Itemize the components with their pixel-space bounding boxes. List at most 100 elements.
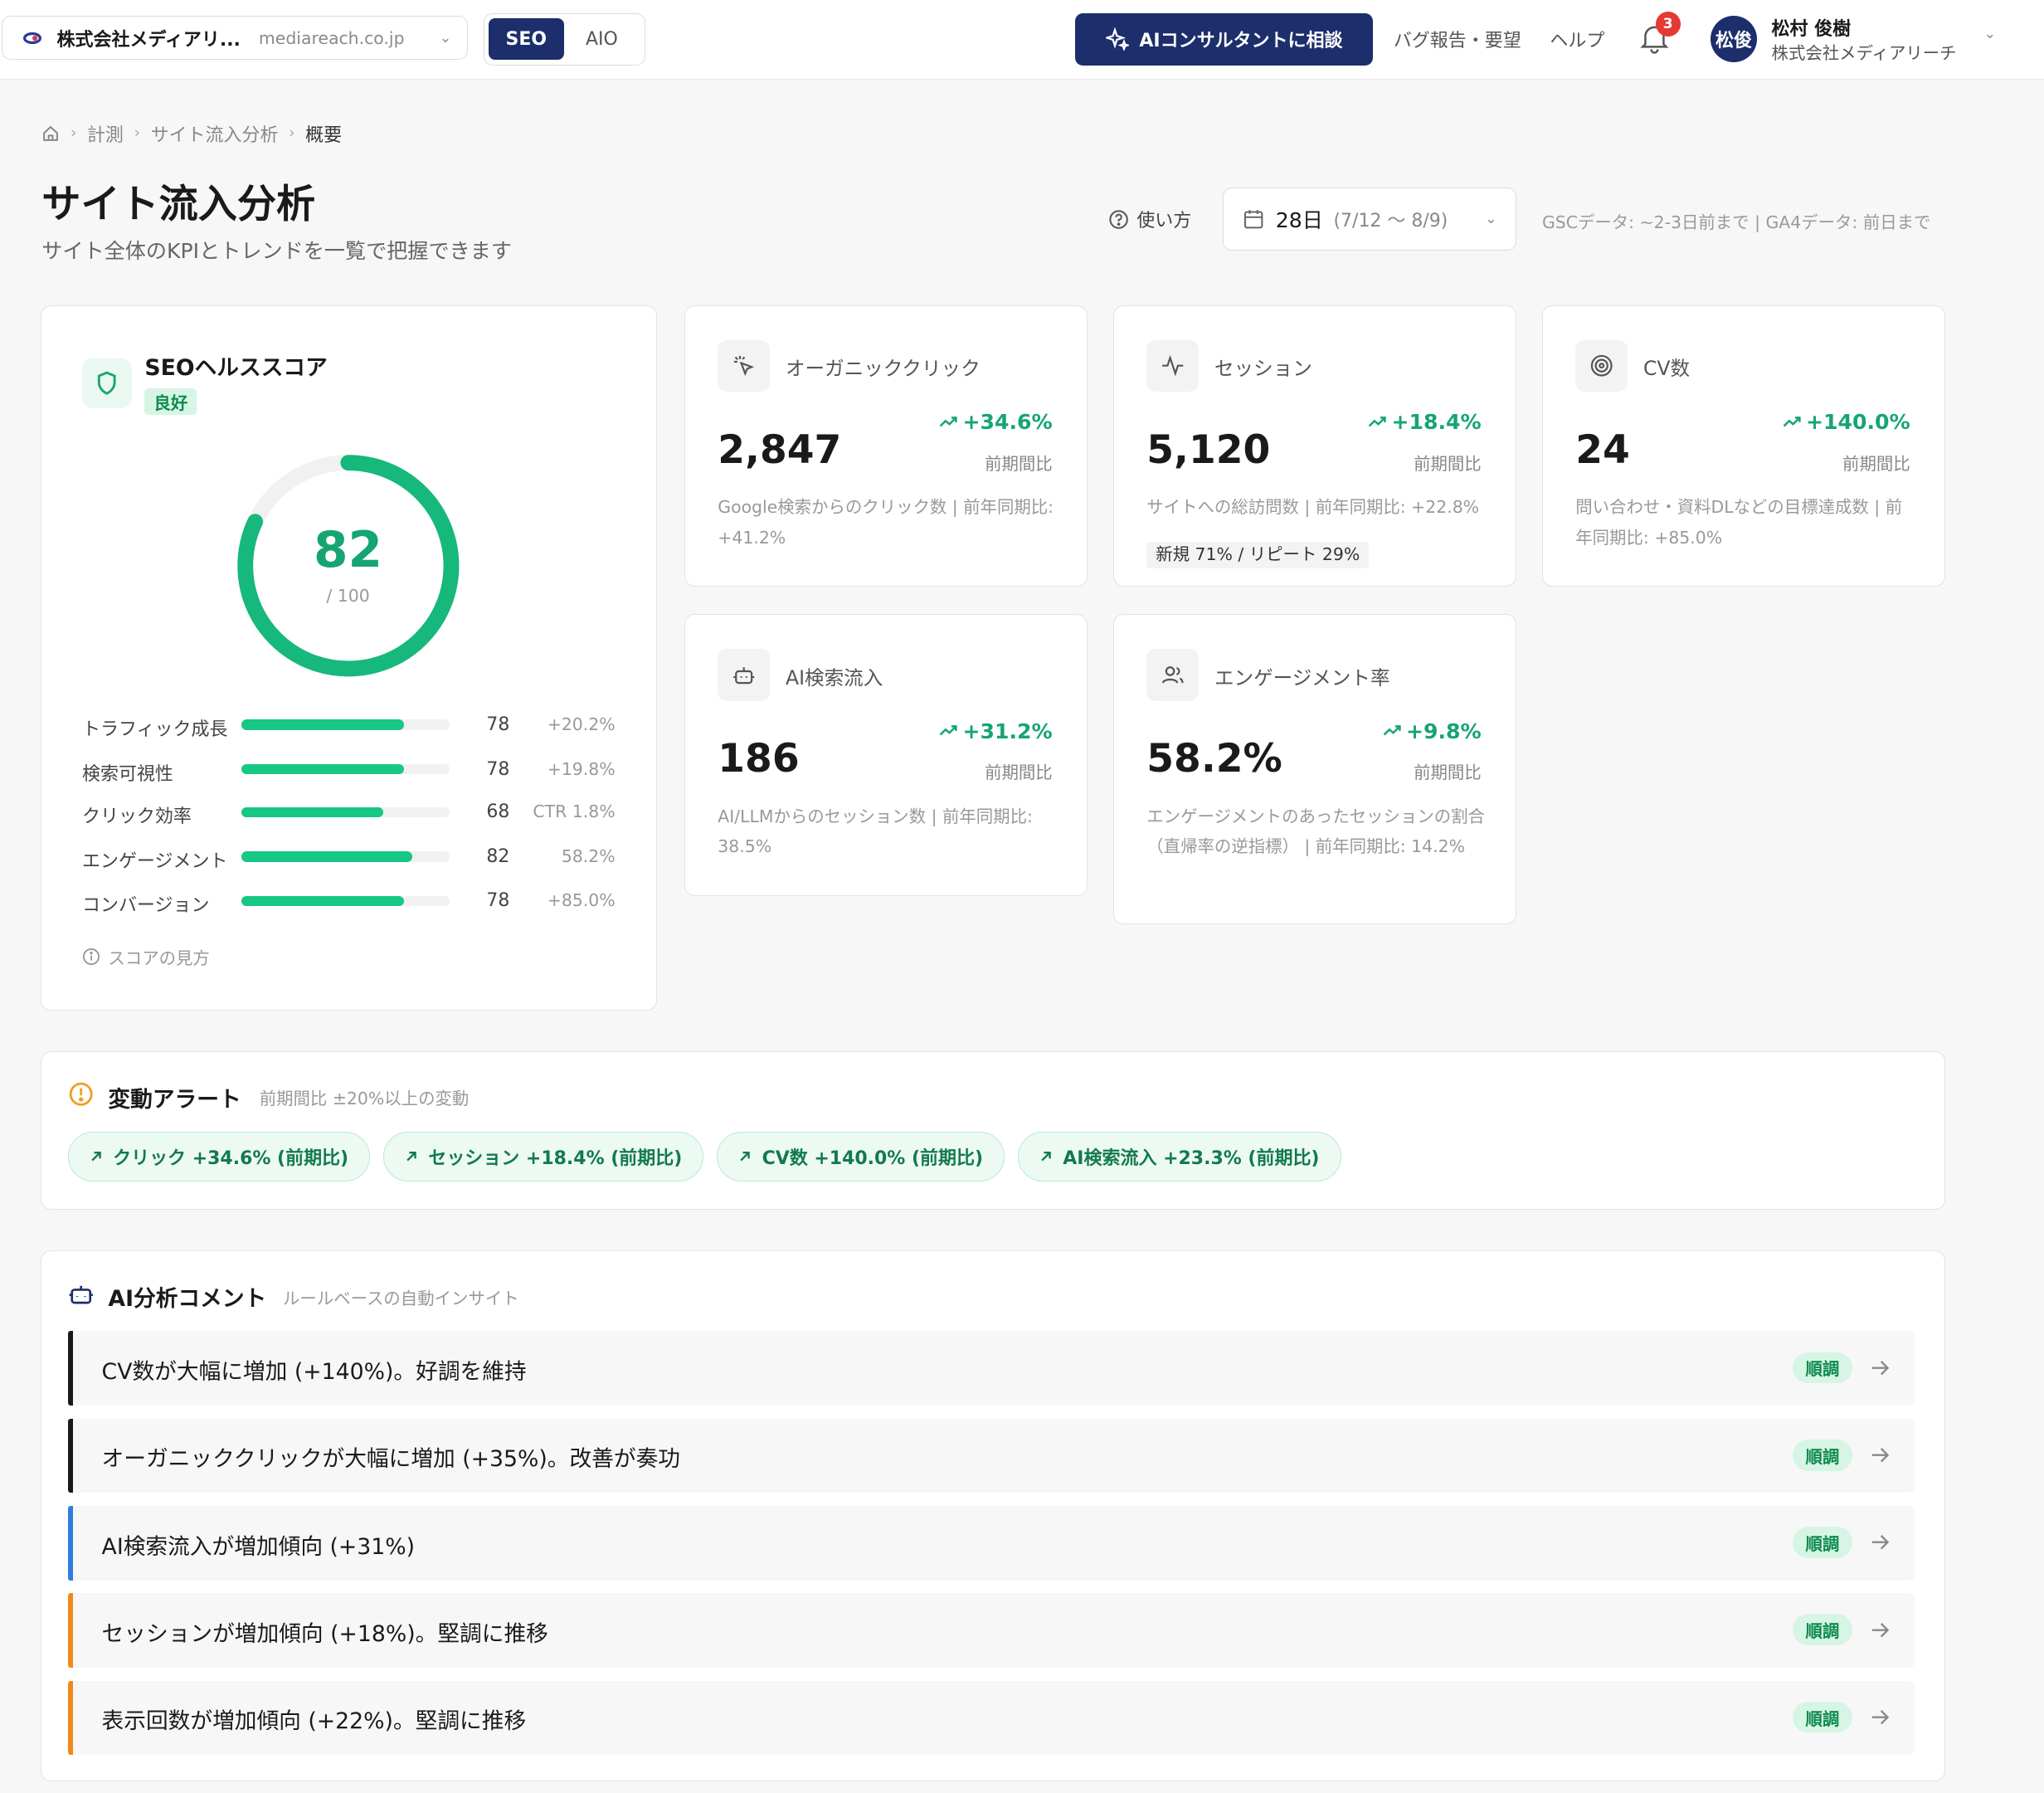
trend-up-icon: [939, 725, 957, 736]
kpi-value: 186: [718, 736, 800, 782]
trend-up-icon: [1368, 417, 1386, 427]
chevron-down-icon: ⌄: [1485, 210, 1497, 227]
home-icon[interactable]: [41, 124, 60, 143]
health-metric-row: トラフィック成長 78 +20.2%: [81, 714, 616, 741]
kpi-description: Google検索からのクリック数 | 前年同期比: +41.2%: [718, 497, 1054, 548]
metric-bar-fill: [241, 763, 404, 775]
alert-chip[interactable]: セッション +18.4% (前期比): [382, 1131, 704, 1182]
metric-value: 68: [486, 801, 510, 823]
alerts-card: [40, 1050, 1945, 1211]
score-help-link[interactable]: スコアの見方: [82, 944, 210, 969]
arrow-up-right-icon: [740, 1151, 751, 1162]
info-icon: [82, 948, 100, 965]
kpi-card[interactable]: AI検索流入 +31.2% 186 前期間比 AI/LLMからのセッション数 | 前年同…: [684, 614, 1088, 896]
breadcrumb-item[interactable]: サイト流入分析: [151, 120, 279, 147]
status-badge: 順調: [1792, 1614, 1852, 1646]
kpi-card[interactable]: CV数 +140.0% 24 前期間比 問い合わせ・資料DLなどの目標達成数 | 前年同…: [1541, 305, 1945, 587]
insight-text: 表示回数が増加傾向 (+22%)。堅調に推移: [101, 1708, 527, 1735]
arrow-right-icon[interactable]: [1868, 1442, 1891, 1468]
arrow-up-right-icon: [1041, 1151, 1051, 1162]
metric-change: 58.2%: [561, 845, 616, 866]
data-freshness-note: GSCデータ: ~2-3日前まで | GA4データ: 前日まで: [1541, 212, 1931, 233]
site-selector[interactable]: 株式会社メディアリ... mediareach.co.jp ⌄: [1, 15, 469, 61]
kpi-change: +140.0%: [1783, 410, 1910, 434]
health-metric-row: クリック効率 68 CTR 1.8%: [81, 801, 616, 828]
metric-change: CTR 1.8%: [533, 801, 616, 822]
site-domain: mediareach.co.jp: [258, 27, 405, 48]
insight-row[interactable]: AI検索流入が増加傾向 (+31%) 順調: [67, 1505, 1915, 1581]
arrow-right-icon[interactable]: [1868, 1355, 1891, 1381]
ai-consult-label: AIコンサルタントに相談: [1139, 31, 1343, 52]
metric-bar-fill: [241, 895, 404, 907]
arrow-right-icon[interactable]: [1868, 1704, 1891, 1730]
kpi-description: 問い合わせ・資料DLなどの目標達成数 | 前年同期比: +85.0%: [1575, 497, 1903, 548]
kpi-title: セッション: [1214, 357, 1312, 381]
page-subtitle: サイト全体のKPIとトレンドを一覧で把握できます: [41, 238, 512, 263]
mode-aio-button[interactable]: AIO: [564, 18, 640, 60]
chevron-right-icon: ›: [134, 124, 141, 143]
metric-label: クリック効率: [81, 806, 192, 828]
metric-change: +20.2%: [547, 714, 616, 735]
status-badge: 順調: [1792, 1439, 1852, 1471]
status-badge: 良好: [144, 388, 197, 415]
insight-row[interactable]: オーガニッククリックが大幅に増加 (+35%)。改善が奏功 順調: [67, 1418, 1915, 1493]
ai-consult-button[interactable]: AIコンサルタントに相談: [1075, 12, 1373, 66]
health-metric-row: コンバージョン 78 +85.0%: [81, 889, 616, 917]
metric-change: +19.8%: [547, 758, 616, 779]
breadcrumb-item[interactable]: 計測: [87, 120, 124, 147]
kpi-title: オーガニッククリック: [785, 357, 981, 381]
metric-label: コンバージョン: [81, 895, 210, 917]
kpi-change: +31.2%: [939, 719, 1053, 743]
chevron-down-icon[interactable]: ⌄: [1984, 26, 1996, 42]
howto-button[interactable]: 使い方: [1108, 206, 1191, 232]
help-circle-icon: [1109, 210, 1128, 229]
date-range: (7/12 〜 8/9): [1333, 210, 1448, 231]
kpi-change-value: +34.6%: [962, 410, 1053, 435]
kpi-period: 前期間比: [985, 762, 1053, 782]
alert-chip-label: AI検索流入 +23.3% (前期比): [1063, 1147, 1320, 1169]
metric-value: 78: [486, 758, 510, 780]
metric-label: トラフィック成長: [81, 719, 228, 741]
kpi-change: +34.6%: [939, 410, 1053, 435]
alert-chip[interactable]: クリック +34.6% (前期比): [67, 1131, 371, 1182]
arrow-up-right-icon: [91, 1151, 101, 1162]
metric-value: 78: [486, 890, 510, 912]
arrow-right-icon[interactable]: [1868, 1617, 1891, 1643]
alert-chip-label: クリック +34.6% (前期比): [113, 1147, 349, 1169]
insight-row[interactable]: セッションが増加傾向 (+18%)。堅調に推移 順調: [67, 1593, 1915, 1668]
kpi-card[interactable]: オーガニッククリック +34.6% 2,847 前期間比 Google検索からのクリック…: [684, 305, 1088, 587]
insight-row[interactable]: CV数が大幅に増加 (+140%)。好調を維持 順調: [67, 1331, 1915, 1406]
score-help-label: スコアの見方: [108, 948, 210, 968]
kpi-change-value: +18.4%: [1391, 410, 1482, 435]
target-icon: [1575, 339, 1628, 392]
cursor-click-icon: [718, 339, 771, 392]
users-icon: [1146, 648, 1200, 701]
insight-row[interactable]: 表示回数が増加傾向 (+22%)。堅調に推移 順調: [67, 1680, 1915, 1756]
metric-bar-track: [241, 719, 450, 730]
alert-chip[interactable]: CV数 +140.0% (前期比): [717, 1131, 1005, 1182]
kpi-change: +9.8%: [1383, 719, 1482, 743]
date-days: 28日: [1275, 207, 1323, 232]
bot-icon: [69, 1285, 93, 1304]
alert-chip[interactable]: AI検索流入 +23.3% (前期比): [1017, 1131, 1341, 1182]
metric-bar-track: [241, 895, 450, 907]
alert-chip-label: セッション +18.4% (前期比): [428, 1147, 683, 1169]
mode-seo-button[interactable]: SEO: [488, 17, 564, 61]
kpi-period: 前期間比: [1414, 453, 1482, 474]
insight-accent: [67, 1505, 73, 1581]
kpi-description: サイトへの総訪問数 | 前年同期比: +22.8%: [1146, 497, 1480, 518]
date-range-select[interactable]: 28日 (7/12 〜 8/9) ⌄: [1222, 188, 1516, 251]
ai-comments-title: AI分析コメント: [108, 1286, 267, 1313]
help-link[interactable]: ヘルプ: [1550, 26, 1604, 52]
arrow-right-icon[interactable]: [1868, 1529, 1891, 1555]
user-name[interactable]: 松村 俊樹: [1772, 14, 1852, 41]
bug-report-link[interactable]: バグ報告・要望: [1394, 26, 1521, 52]
kpi-title: CV数: [1642, 357, 1691, 381]
chevron-down-icon: ⌄: [439, 29, 452, 46]
status-badge: 順調: [1792, 1352, 1852, 1384]
health-metric-row: エンゲージメント 82 58.2%: [82, 845, 616, 872]
kpi-card[interactable]: セッション +18.4% 5,120 前期間比 サイトへの総訪問数 | 前年同期比: +…: [1112, 305, 1516, 587]
health-title: SEOヘルススコア: [144, 355, 328, 382]
kpi-card[interactable]: エンゲージメント率 +9.8% 58.2% 前期間比 エンゲージメントのあったセッション…: [1112, 614, 1516, 925]
calendar-icon: [1243, 209, 1263, 229]
